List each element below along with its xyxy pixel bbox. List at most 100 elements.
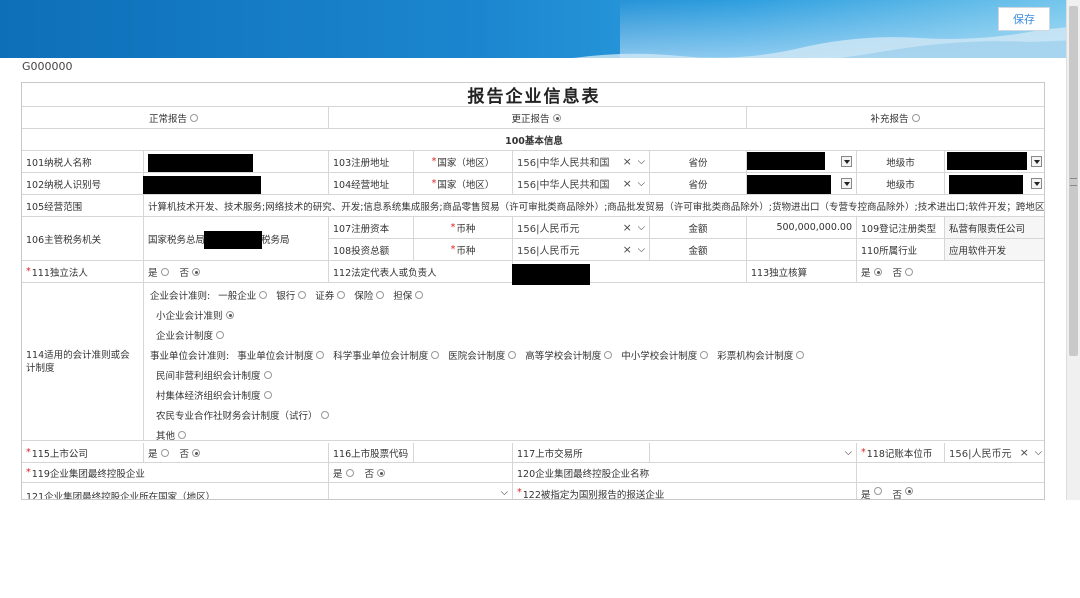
clear-icon: ×: [1019, 446, 1029, 459]
report-type-normal[interactable]: 正常报告: [22, 107, 329, 129]
report-type-supplement-radio[interactable]: [911, 113, 920, 122]
r122-yes-radio[interactable]: [873, 487, 882, 495]
r107-currency-select[interactable]: 156|人民币元 × ⌵: [513, 217, 650, 239]
header-banner: [0, 0, 1066, 58]
r104-province-label: 省份: [650, 173, 747, 195]
clear-icon: ×: [622, 221, 632, 234]
r122-no-radio[interactable]: [905, 487, 914, 495]
r119-no-radio[interactable]: [377, 468, 386, 477]
report-type-correction[interactable]: 更正报告: [329, 107, 747, 129]
std-other-row[interactable]: 其他: [156, 428, 189, 442]
std-public-3-radio[interactable]: [508, 351, 517, 359]
std-securities-radio[interactable]: [337, 291, 346, 299]
vertical-scrollbar[interactable]: [1066, 0, 1080, 500]
std-coop-radio[interactable]: [320, 411, 329, 419]
std-guarantee-radio[interactable]: [415, 291, 424, 299]
r111-no-radio[interactable]: [192, 267, 201, 276]
r103-province-label: 省份: [650, 151, 747, 173]
chevron-down-icon: ⌵: [844, 447, 852, 458]
r108-label: 108投资总额: [329, 239, 414, 261]
redacted-province-2: [747, 175, 831, 194]
r120-label: 120企业集团最终控股企业名称: [513, 463, 857, 483]
r117-select[interactable]: ⌵: [650, 443, 857, 463]
report-type-supplement-label: 补充报告: [870, 113, 909, 125]
r120-input[interactable]: [857, 463, 1044, 483]
r113-radios[interactable]: 是否: [857, 261, 1044, 283]
redacted-province-1: [747, 152, 825, 170]
r113-label: 113独立核算: [747, 261, 857, 283]
std-public-1-radio[interactable]: [316, 351, 325, 359]
r119-yes-radio[interactable]: [345, 468, 354, 477]
std-coop-row[interactable]: 农民专业合作社财务会计制度（试行）: [156, 408, 332, 422]
std-small-row[interactable]: 小企业会计准则: [156, 308, 237, 322]
r104-country-select[interactable]: 156|中华人民共和国 × ⌵: [513, 173, 650, 195]
dropdown-arrow-icon[interactable]: [1031, 178, 1042, 189]
r109-value: 私营有限责任公司: [945, 217, 1044, 239]
std-public-6-radio[interactable]: [796, 351, 805, 359]
redacted-taxpayer-id: [143, 176, 261, 194]
std-enterprise-row: 企业会计准则: 一般企业 银行 证券 保险 担保: [150, 288, 426, 302]
r115-yes-radio[interactable]: [160, 448, 169, 457]
r113-yes-radio[interactable]: [873, 267, 882, 276]
r112-label: 112法定代表人或负责人: [329, 261, 513, 283]
form-code: G000000: [22, 60, 73, 73]
r103-country-select[interactable]: 156|中华人民共和国 × ⌵: [513, 151, 650, 173]
r116-input[interactable]: [414, 443, 513, 463]
std-public-5-radio[interactable]: [700, 351, 709, 359]
r107-amount-input[interactable]: 500,000,000.00: [747, 217, 857, 239]
r111-yes-radio[interactable]: [160, 267, 169, 276]
r115-label: * 115上市公司: [22, 443, 144, 463]
r121-label: 121企业集团最终控股企业所在国家（地区）: [22, 483, 329, 499]
report-type-normal-radio[interactable]: [190, 113, 198, 122]
std-other-radio[interactable]: [178, 431, 187, 439]
std-public-4-radio[interactable]: [604, 351, 613, 359]
r103-city-label: 地级市: [857, 151, 945, 173]
std-enterprise-system-radio[interactable]: [216, 331, 225, 339]
dropdown-arrow-icon[interactable]: [1031, 156, 1042, 167]
std-bank-radio[interactable]: [298, 291, 307, 299]
r118-label: * 118记账本位币: [857, 443, 945, 463]
r113-no-radio[interactable]: [905, 267, 914, 276]
std-village-radio[interactable]: [263, 391, 272, 399]
chevron-down-icon: ⌵: [637, 244, 645, 255]
chevron-down-icon: ⌵: [637, 156, 645, 167]
std-enterprise-system-row[interactable]: 企业会计制度: [156, 328, 227, 342]
r108-amount-input[interactable]: [747, 239, 857, 261]
std-insurance-radio[interactable]: [376, 291, 385, 299]
r116-label: 116上市股票代码: [329, 443, 414, 463]
r109-label: 109登记注册类型: [857, 217, 945, 239]
r108-currency-select[interactable]: 156|人民币元 × ⌵: [513, 239, 650, 261]
report-type-correction-radio[interactable]: [552, 113, 561, 122]
redacted-tax-authority: [204, 231, 262, 249]
dropdown-arrow-icon[interactable]: [841, 156, 852, 167]
r111-radios[interactable]: 是否: [144, 261, 329, 283]
chevron-down-icon: ⌵: [1034, 447, 1042, 458]
report-type-correction-label: 更正报告: [511, 113, 550, 125]
r108-amount-label: 金额: [650, 239, 747, 261]
r110-label: 110所属行业: [857, 239, 945, 261]
r104-label: 104经营地址: [329, 173, 414, 195]
r106-label: 106主管税务机关: [22, 217, 144, 261]
r105-value[interactable]: 计算机技术开发、技术服务;网络技术的研究、开发;信息系统集成服务;商品零售贸易（…: [144, 195, 1044, 217]
r115-no-radio[interactable]: [192, 448, 201, 457]
std-npo-row[interactable]: 民间非营利组织会计制度: [156, 368, 275, 382]
dropdown-arrow-icon[interactable]: [841, 178, 852, 189]
redacted-taxpayer-name: [148, 154, 253, 172]
std-village-row[interactable]: 村集体经济组织会计制度: [156, 388, 275, 402]
std-public-2-radio[interactable]: [431, 351, 440, 359]
save-button[interactable]: 保存: [998, 7, 1050, 31]
std-general-radio[interactable]: [259, 291, 268, 299]
chevron-down-icon: ⌵: [500, 487, 508, 498]
r121-select[interactable]: ⌵: [329, 483, 513, 499]
redacted-city-1: [947, 152, 1027, 170]
std-npo-radio[interactable]: [263, 371, 272, 379]
scrollbar-grip-icon: [1070, 178, 1077, 186]
r122-radios[interactable]: 是否: [857, 483, 1044, 499]
r105-label: 105经营范围: [22, 195, 144, 217]
r119-radios[interactable]: 是否: [329, 463, 513, 483]
r115-radios[interactable]: 是否: [144, 443, 329, 463]
report-type-supplement[interactable]: 补充报告: [747, 107, 1044, 129]
std-small-radio[interactable]: [225, 311, 234, 319]
r118-select[interactable]: 156|人民币元 × ⌵: [945, 443, 1044, 463]
r107-label: 107注册资本: [329, 217, 414, 239]
